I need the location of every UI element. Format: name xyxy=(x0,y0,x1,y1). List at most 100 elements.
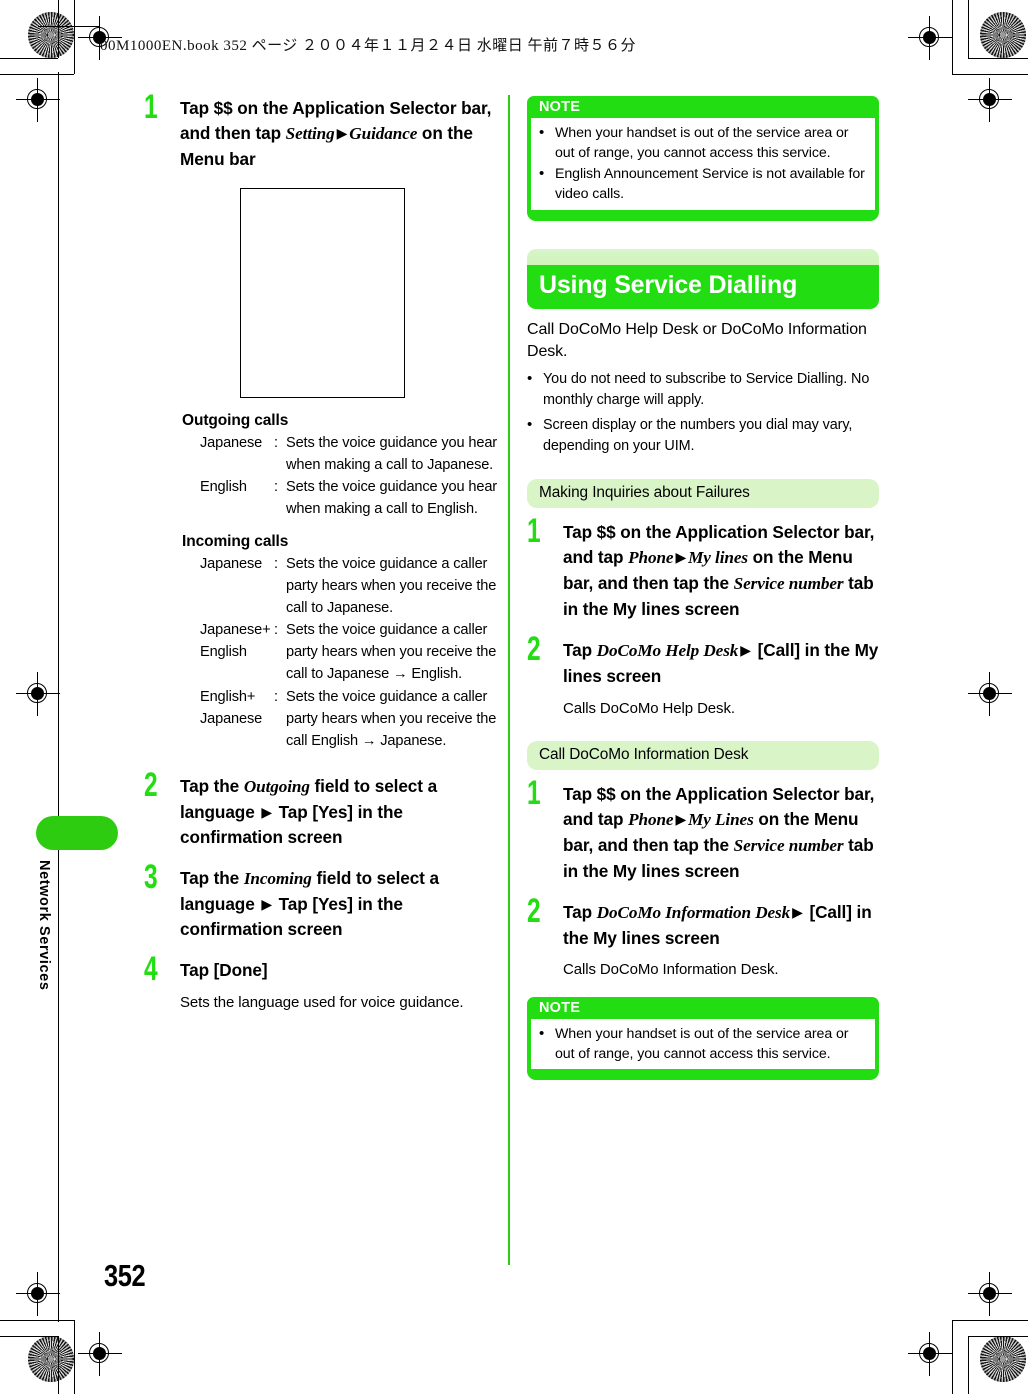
side-tab-label: Network Services xyxy=(36,860,52,991)
step-number: 3 xyxy=(144,857,158,896)
step-text-part-1: Tap xyxy=(563,639,597,660)
crop-line-top-outer-left xyxy=(0,58,58,60)
step-2-left: 2 Tap the Outgoing field to select a lan… xyxy=(144,768,500,850)
step-emphasis-my-lines: My lines xyxy=(688,547,748,567)
outgoing-calls-list: Japanese : Sets the voice guidance you h… xyxy=(144,432,500,521)
subsection-heading-failures: Making Inquiries about Failures xyxy=(527,478,879,508)
definition-term: English xyxy=(200,479,247,496)
step-result-text: Calls DoCoMo Information Desk. xyxy=(563,961,779,979)
crop-line-right-inner xyxy=(952,0,954,74)
step-text: Tap [Done] xyxy=(180,959,268,980)
definition-row: English : Sets the voice guidance you he… xyxy=(200,476,500,520)
note-bullet-text: When your handset is out of the service … xyxy=(555,125,849,162)
step-result-text: Sets the language used for voice guidanc… xyxy=(180,993,464,1011)
registration-mark-bottom-left xyxy=(78,1332,122,1376)
crop-line-bottom-inner-left xyxy=(0,1320,74,1322)
definition-row: Japanese+ English : Sets the voice guida… xyxy=(200,619,500,686)
step-text: Tap DoCoMo Information Desk ▶ [Call] in t… xyxy=(563,900,879,951)
incoming-calls-list: Japanese : Sets the voice guidance a cal… xyxy=(144,553,500,753)
note-box-top: NOTE • When your handset is out of the s… xyxy=(527,96,879,221)
crop-line-bottom-outer-right xyxy=(968,1336,1028,1338)
section-bullet-list: • You do not need to subscribe to Servic… xyxy=(527,369,879,457)
crop-line-top-inner-left xyxy=(0,74,74,76)
registration-star-bottom-left xyxy=(28,1336,74,1382)
arrow-icon: ▶ xyxy=(792,904,803,921)
definition-term: Japanese xyxy=(200,434,263,451)
arrow-icon: ▶ xyxy=(261,896,272,913)
registration-star-top-right xyxy=(980,12,1026,58)
step-3-left: 3 Tap the Incoming field to select a lan… xyxy=(144,860,500,942)
definition-term: English+ Japanese xyxy=(200,688,263,727)
definition-description: Sets the voice guidance a caller party h… xyxy=(286,622,497,683)
crop-line-left-inner2 xyxy=(74,0,76,74)
step-2-sub2: 2 Tap DoCoMo Information Desk ▶ [Call] in… xyxy=(527,894,879,981)
side-tab-marker xyxy=(36,816,118,850)
step-4-left: 4 Tap [Done] Sets the language used for … xyxy=(144,952,500,1013)
arrow-icon: ▶ xyxy=(675,811,687,828)
note-body: • When your handset is out of the servic… xyxy=(527,118,879,210)
step-text: Tap the Outgoing field to select a langu… xyxy=(180,774,500,850)
section-bullet: • You do not need to subscribe to Servic… xyxy=(527,369,879,411)
left-column: 1 Tap $$ on the Application Selector bar… xyxy=(144,90,500,1029)
note-bullet: • English Announcement Service is not av… xyxy=(539,164,867,204)
step-emphasis-guidance: Guidance xyxy=(349,123,418,143)
step-text: Tap DoCoMo Help Desk ▶ [Call] in the My l… xyxy=(563,638,879,689)
arrow-icon: ▶ xyxy=(740,642,751,659)
registration-mark-left-top xyxy=(16,78,60,122)
registration-mark-right-bottom xyxy=(968,1272,1012,1316)
step-emphasis-phone: Phone xyxy=(628,547,674,567)
step-text: Tap $$ on the Application Selector bar, … xyxy=(563,782,879,884)
header-rule xyxy=(38,26,100,28)
registration-mark-left-bottom xyxy=(16,1272,60,1316)
column-divider xyxy=(508,95,510,1265)
note-bullet: • When your handset is out of the servic… xyxy=(539,123,867,163)
right-column: NOTE • When your handset is out of the s… xyxy=(527,96,879,1086)
bullet-icon: • xyxy=(527,416,533,434)
crop-line-left-bottom-outer xyxy=(58,1336,60,1394)
step-1-sub2: 1 Tap $$ on the Application Selector bar… xyxy=(527,776,879,884)
page-number: 352 xyxy=(104,1258,146,1293)
bullet-icon: • xyxy=(539,165,545,183)
crop-line-right-bottom-inner xyxy=(952,1320,954,1394)
subsection-heading-information-desk: Call DoCoMo Information Desk xyxy=(527,740,879,770)
crop-line-right-bottom-outer xyxy=(968,1336,970,1394)
step-1-sub1: 1 Tap $$ on the Application Selector bar… xyxy=(527,514,879,622)
crop-line-left-inner xyxy=(58,72,60,1322)
note-footer-bar xyxy=(527,1069,879,1081)
arrow-icon: ▶ xyxy=(261,804,272,821)
definition-colon: : xyxy=(274,622,278,639)
section-heading-title: Using Service Dialling xyxy=(527,264,879,309)
arrow-icon: ▶ xyxy=(675,549,687,566)
step-emphasis-phone: Phone xyxy=(628,809,674,829)
definition-colon: : xyxy=(274,688,278,705)
section-bullet: • Screen display or the numbers you dial… xyxy=(527,415,879,457)
step-emphasis-docomo-information-desk: DoCoMo Information Desk xyxy=(596,902,791,922)
definition-description: Sets the voice guidance you hear when ma… xyxy=(286,479,498,518)
step-number: 1 xyxy=(527,511,541,550)
note-heading: NOTE xyxy=(527,996,879,1019)
section-bullet-text: Screen display or the numbers you dial m… xyxy=(543,417,853,455)
registration-mark-top-right xyxy=(908,16,952,60)
note-bullet-text: English Announcement Service is not avai… xyxy=(555,166,865,203)
registration-star-top-left xyxy=(28,12,74,58)
registration-mark-right-middle xyxy=(968,672,1012,716)
crop-line-left-bottom-inner xyxy=(74,1320,76,1394)
step-number: 2 xyxy=(144,766,158,805)
definition-row: English+ Japanese : Sets the voice guida… xyxy=(200,686,500,753)
step-emphasis-setting: Setting xyxy=(285,123,335,143)
incoming-calls-title: Incoming calls xyxy=(182,532,289,550)
step-emphasis-service-number: Service number xyxy=(733,835,844,855)
note-heading: NOTE xyxy=(527,96,879,118)
step-number: 2 xyxy=(527,629,541,668)
outgoing-calls-title: Outgoing calls xyxy=(182,411,289,429)
registration-mark-left-middle xyxy=(16,672,60,716)
section-lead-text: Call DoCoMo Help Desk or DoCoMo Informat… xyxy=(527,320,867,361)
step-text: Tap $$ on the Application Selector bar, … xyxy=(563,520,879,622)
definition-term: Japanese+ English xyxy=(200,622,271,661)
step-emphasis-service-number: Service number xyxy=(733,573,844,593)
header-text: 00M1000EN.book 352 ページ ２００４年１１月２４日 水曜日 午… xyxy=(100,38,637,54)
bullet-icon: • xyxy=(539,1024,545,1042)
definition-colon: : xyxy=(274,479,278,496)
definition-description: Sets the voice guidance a caller party h… xyxy=(286,688,497,749)
step-emphasis-incoming: Incoming xyxy=(243,868,312,888)
